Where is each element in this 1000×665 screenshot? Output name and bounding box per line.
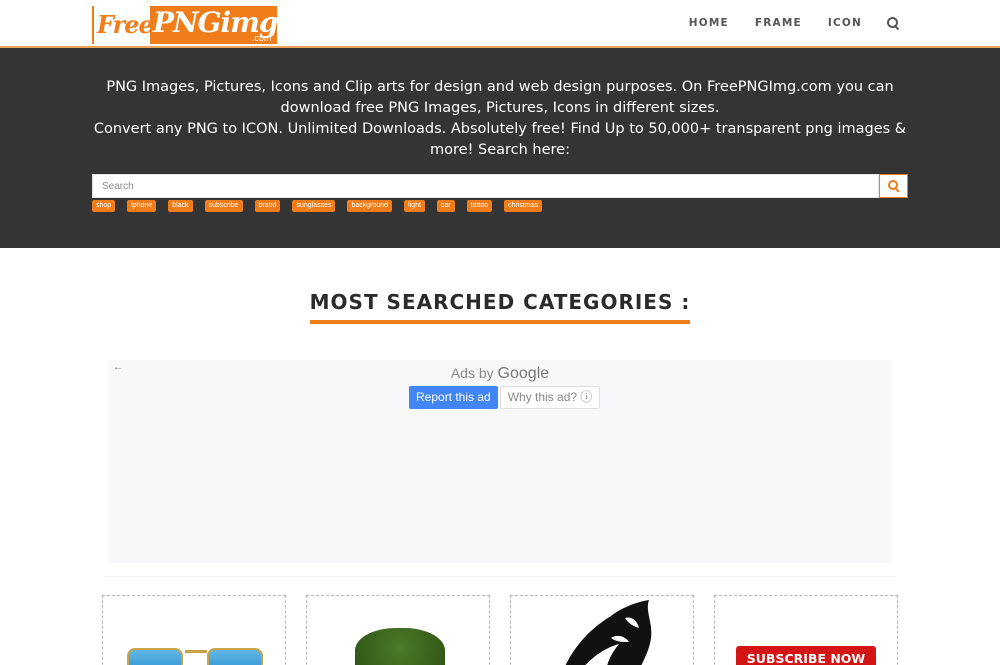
logo-free-text: Free [92, 6, 154, 44]
tag-tattoo[interactable]: tattoo [466, 200, 493, 212]
nav-icon[interactable]: ICON [828, 17, 862, 29]
hero-line-1: PNG Images, Pictures, Icons and Clip art… [106, 79, 894, 116]
main-nav: HOME FRAME ICON [663, 0, 900, 46]
tag-subscribe[interactable]: subscribe [204, 200, 243, 212]
thumbnail-sunglasses[interactable] [102, 595, 286, 665]
logo-com-text: .com [251, 33, 272, 43]
sunglasses-lens-right [207, 648, 263, 665]
ad-container: ← Ads by Google Report this ad Why this … [108, 360, 892, 563]
search-bar [92, 174, 908, 198]
ads-by-label: Ads by [450, 365, 494, 381]
popular-tags: shop iphone black subscribe brand sungla… [92, 200, 554, 212]
tag-sunglasses[interactable]: sunglasses [292, 200, 336, 212]
sunglasses-bridge [185, 650, 207, 653]
ad-feedback-buttons: Report this ad Why this ad? ⓘ [409, 386, 601, 409]
subscribe-now-image: SUBSCRIBE NOW [736, 646, 876, 665]
thumbnail-wolf-tattoo[interactable] [510, 595, 694, 665]
divider [104, 576, 896, 577]
logo-png-text: PNGimg .com [150, 6, 278, 44]
sunglasses-lens-left [127, 648, 183, 665]
hero-banner: PNG Images, Pictures, Icons and Clip art… [0, 48, 1000, 248]
tag-christmas[interactable]: christmas [504, 200, 543, 212]
search-input[interactable] [92, 174, 879, 198]
site-logo[interactable]: Free PNGimg .com [92, 6, 278, 44]
google-label: Google [497, 365, 550, 382]
why-this-ad-button[interactable]: Why this ad? ⓘ [499, 386, 601, 409]
tag-black[interactable]: black [168, 200, 193, 212]
tag-car[interactable]: car [436, 200, 455, 212]
section-title: MOST SEARCHED CATEGORIES : [309, 290, 691, 324]
wolf-tattoo-image [565, 600, 652, 665]
nav-home[interactable]: HOME [689, 17, 729, 29]
search-icon[interactable] [886, 16, 900, 30]
hero-line-2: Convert any PNG to ICON. Unlimited Downl… [93, 121, 907, 158]
ads-by-google: Ads by Google [108, 365, 892, 383]
site-header: Free PNGimg .com HOME FRAME ICON [0, 0, 1000, 48]
search-button[interactable] [879, 174, 908, 198]
nav-frame[interactable]: FRAME [755, 17, 802, 29]
tag-iphone[interactable]: iphone [127, 200, 157, 212]
tag-brand[interactable]: brand [254, 200, 281, 212]
section-heading: MOST SEARCHED CATEGORIES : [0, 290, 1000, 324]
thumbnail-subscribe-button[interactable]: SUBSCRIBE NOW [714, 595, 898, 665]
hero-description: PNG Images, Pictures, Icons and Clip art… [90, 77, 910, 161]
report-ad-button[interactable]: Report this ad [409, 386, 498, 409]
tag-light[interactable]: light [404, 200, 425, 212]
thumbnail-bonsai-tree[interactable] [306, 595, 490, 665]
tag-background[interactable]: background [347, 200, 393, 212]
search-icon [888, 180, 900, 192]
tag-shop[interactable]: shop [92, 200, 116, 212]
bonsai-tree-image [355, 628, 445, 665]
